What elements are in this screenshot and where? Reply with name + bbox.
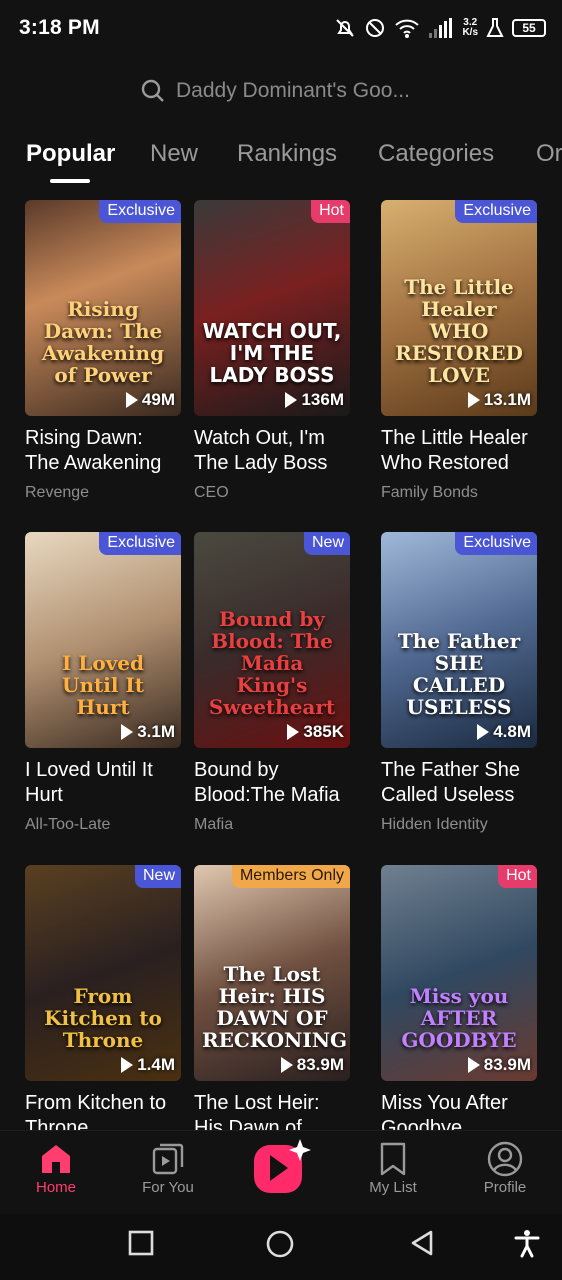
view-count-value: 49M: [141, 390, 175, 409]
poster-title-art: I Loved Until It Hurt: [61, 651, 145, 719]
profile-icon: [487, 1141, 523, 1177]
play-icon: [285, 392, 298, 408]
poster-image[interactable]: WATCH OUT, I'M THE LADY BOSS Hot 136M: [194, 200, 350, 416]
drama-card[interactable]: Bound by Blood: The Mafia King's Sweethe…: [194, 532, 350, 834]
view-count-value: 136M: [301, 390, 344, 409]
drama-genre: CEO: [194, 484, 229, 501]
view-count: 83.9M: [467, 1055, 531, 1075]
drama-card[interactable]: From Kitchen to Throne New 1.4M From Kit…: [25, 865, 181, 1130]
system-navigation-bar: [0, 1214, 562, 1280]
nav-my-list-label: My List: [369, 1179, 417, 1196]
view-count: 83.9M: [280, 1055, 344, 1075]
poster-image[interactable]: The Little Healer WHO RESTORED LOVE Excl…: [381, 200, 537, 416]
nav-profile[interactable]: Profile: [455, 1139, 555, 1196]
play-icon: [287, 724, 300, 740]
status-badge: Exclusive: [455, 200, 537, 223]
poster-image[interactable]: The Father SHE CALLED USELESS Exclusive …: [381, 532, 537, 748]
drama-grid: Rising Dawn: The Awakening of Power Excl…: [0, 0, 562, 1130]
view-count-value: 385K: [303, 722, 344, 741]
poster-title-art: Miss you AFTER GOODBYE: [401, 984, 517, 1052]
poster-image[interactable]: From Kitchen to Throne New 1.4M: [25, 865, 181, 1081]
recents-square-icon[interactable]: [126, 1228, 156, 1258]
poster-title-art: The Father SHE CALLED USELESS: [397, 629, 521, 719]
view-count-value: 83.9M: [483, 1055, 531, 1074]
poster-image[interactable]: Miss you AFTER GOODBYE Hot 83.9M: [381, 865, 537, 1081]
poster-title-art: Bound by Blood: The Mafia King's Sweethe…: [208, 607, 336, 719]
back-triangle-icon[interactable]: [407, 1228, 437, 1258]
bottom-navigation: Home For You My List Profile: [0, 1130, 562, 1214]
drama-card[interactable]: The Little Healer WHO RESTORED LOVE Excl…: [381, 200, 537, 502]
drama-title[interactable]: I Loved Until It Hurt: [25, 758, 181, 808]
bookmark-icon: [380, 1142, 406, 1176]
play-icon: [477, 724, 490, 740]
play-icon: [121, 1057, 134, 1073]
status-badge: Members Only: [231, 865, 350, 888]
status-badge: Hot: [311, 200, 350, 223]
drama-title[interactable]: The Little Healer Who Restored L...: [381, 426, 537, 476]
view-count: 1.4M: [121, 1055, 175, 1075]
drama-card[interactable]: The Lost Heir: HIS DAWN OF RECKONING Mem…: [194, 865, 350, 1130]
status-badge: Exclusive: [99, 532, 181, 555]
view-count-value: 4.8M: [493, 722, 531, 741]
drama-title[interactable]: The Lost Heir: His Dawn of Reckonin...: [194, 1091, 350, 1130]
drama-title[interactable]: Rising Dawn: The Awakening of P...: [25, 426, 181, 476]
drama-title[interactable]: Miss You After Goodbye: [381, 1091, 537, 1130]
status-badge: Exclusive: [455, 532, 537, 555]
poster-image[interactable]: The Lost Heir: HIS DAWN OF RECKONING Mem…: [194, 865, 350, 1081]
drama-card[interactable]: Miss you AFTER GOODBYE Hot 83.9M Miss Yo…: [381, 865, 537, 1130]
nav-home-label: Home: [35, 1179, 76, 1196]
nav-my-list[interactable]: My List: [343, 1139, 443, 1196]
accessibility-icon[interactable]: [512, 1228, 542, 1258]
view-count: 13.1M: [467, 390, 531, 410]
drama-card[interactable]: I Loved Until It Hurt Exclusive 3.1M I L…: [25, 532, 181, 834]
poster-title-art: From Kitchen to Throne: [44, 984, 162, 1052]
view-count: 49M: [125, 390, 175, 410]
nav-home[interactable]: Home: [6, 1139, 106, 1196]
drama-title[interactable]: Bound by Blood:The Mafia ...: [194, 758, 350, 808]
status-badge: New: [134, 865, 181, 888]
nav-for-you[interactable]: For You: [118, 1139, 218, 1196]
drama-title[interactable]: From Kitchen to Throne: [25, 1091, 181, 1130]
view-count-value: 13.1M: [483, 390, 531, 409]
drama-title[interactable]: Watch Out, I'm The Lady Boss: [194, 426, 350, 476]
poster-image[interactable]: Bound by Blood: The Mafia King's Sweethe…: [194, 532, 350, 748]
poster-title-art: Rising Dawn: The Awakening of Power: [41, 297, 165, 387]
view-count: 4.8M: [477, 722, 531, 742]
view-count: 385K: [287, 722, 344, 742]
play-icon: [467, 1057, 480, 1073]
home-icon: [42, 1145, 70, 1173]
drama-genre: Mafia: [194, 816, 234, 833]
poster-title-art: The Lost Heir: HIS DAWN OF RECKONING: [202, 962, 348, 1052]
view-count-value: 3.1M: [137, 722, 175, 741]
status-badge: New: [303, 532, 350, 555]
nav-profile-label: Profile: [483, 1179, 527, 1196]
view-count-value: 1.4M: [137, 1055, 175, 1074]
video-stack-icon: [152, 1143, 184, 1175]
drama-title[interactable]: The Father She Called Useless: [381, 758, 537, 808]
status-badge: Hot: [498, 865, 537, 888]
poster-image[interactable]: Rising Dawn: The Awakening of Power Excl…: [25, 200, 181, 416]
nav-app-center[interactable]: [231, 1137, 331, 1195]
play-icon: [280, 1057, 293, 1073]
status-badge: Exclusive: [99, 200, 181, 223]
play-icon: [121, 724, 134, 740]
drama-genre: All-Too-Late: [25, 816, 111, 833]
view-count: 3.1M: [121, 722, 175, 742]
drama-genre: Revenge: [25, 484, 90, 501]
drama-card[interactable]: WATCH OUT, I'M THE LADY BOSS Hot 136M Wa…: [194, 200, 350, 502]
drama-card[interactable]: Rising Dawn: The Awakening of Power Excl…: [25, 200, 181, 502]
poster-image[interactable]: I Loved Until It Hurt Exclusive 3.1M: [25, 532, 181, 748]
view-count: 136M: [285, 390, 344, 410]
home-circle-icon[interactable]: [264, 1228, 296, 1260]
drama-genre: Hidden Identity: [381, 816, 488, 833]
app-logo-icon: [254, 1139, 311, 1193]
nav-for-you-label: For You: [142, 1179, 194, 1196]
poster-title-art: WATCH OUT, I'M THE LADY BOSS: [202, 319, 342, 387]
drama-genre: Family Bonds: [381, 484, 478, 501]
drama-card[interactable]: The Father SHE CALLED USELESS Exclusive …: [381, 532, 537, 834]
poster-title-art: The Little Healer WHO RESTORED LOVE: [395, 275, 523, 387]
view-count-value: 83.9M: [296, 1055, 344, 1074]
play-icon: [467, 392, 480, 408]
play-icon: [125, 392, 138, 408]
